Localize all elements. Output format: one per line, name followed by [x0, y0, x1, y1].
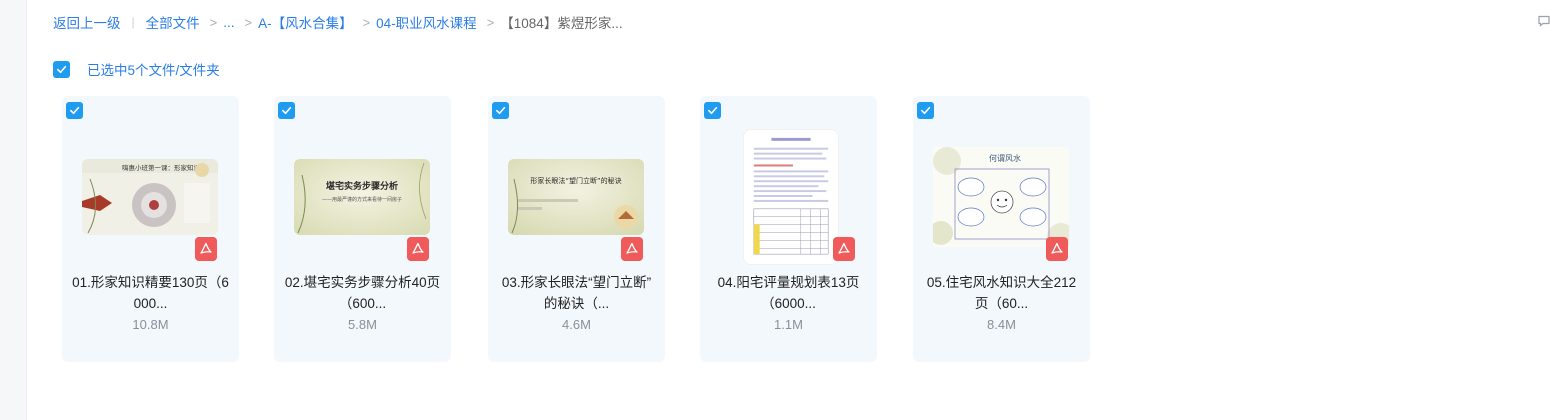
pdf-file-icon	[407, 237, 429, 261]
file-checkbox[interactable]	[66, 102, 83, 119]
file-name[interactable]: 01.形家知识精要130页（6 000...	[70, 272, 231, 314]
file-size: 10.8M	[132, 317, 169, 332]
file-thumbnail: 堪宅实务步骤分析 ——用最严谨的方式来看待一间房子	[294, 159, 430, 235]
pdf-file-icon	[621, 237, 643, 261]
file-name-line-2: （600...	[338, 296, 387, 311]
file-checkbox[interactable]	[278, 102, 295, 119]
selection-count-label: 已选中5个文件/文件夹	[87, 63, 220, 78]
file-checkbox[interactable]	[917, 102, 934, 119]
thumb-subtitle-text: ——用最严谨的方式来看待一间房子	[322, 196, 402, 203]
file-name[interactable]: 05.住宅风水知识大全212 页（60...	[921, 272, 1082, 314]
file-name-line-2: 000...	[133, 296, 168, 311]
file-size: 4.6M	[562, 317, 591, 332]
breadcrumb-divider: |	[131, 15, 135, 29]
left-sidebar-strip	[0, 0, 27, 420]
file-name-line-1: 02.堪宅实务步骤分析40页	[284, 275, 441, 290]
thumb-title-text: 形家长眼法“望门立断”的秘诀	[530, 176, 621, 185]
file-name-line-2: （6000...	[761, 296, 816, 311]
file-thumbnail: 嗨惠小班第一课：形家知识	[82, 159, 218, 235]
file-name-line-2: 的秘诀（...	[543, 296, 610, 311]
chevron-right-icon: >	[486, 14, 495, 30]
file-card[interactable]: 堪宅实务步骤分析 ——用最严谨的方式来看待一间房子 02.堪宅实务步骤分析40页…	[274, 96, 451, 362]
comment-icon[interactable]	[1538, 15, 1550, 27]
crumb-ellipsis[interactable]: ...	[223, 15, 234, 30]
chevron-right-icon: >	[244, 14, 253, 30]
thumb-title-text: 何谓风水	[989, 153, 1021, 163]
file-thumbnail: 何谓风水	[933, 147, 1069, 247]
chevron-right-icon: >	[362, 14, 371, 30]
file-size: 5.8M	[348, 317, 377, 332]
crumb-folder-course[interactable]: 04-职业风水课程	[376, 12, 477, 32]
file-card[interactable]: 形家长眼法“望门立断”的秘诀 03.形家长眼法“望门立断” 的秘诀（... 4.…	[488, 96, 665, 362]
file-name-line-2: 页（60...	[974, 296, 1029, 311]
select-all-row: 已选中5个文件/文件夹	[53, 60, 220, 78]
file-size: 8.4M	[987, 317, 1016, 332]
file-name[interactable]: 03.形家长眼法“望门立断” 的秘诀（...	[496, 272, 657, 314]
file-name-line-1: 03.形家长眼法“望门立断”	[501, 275, 652, 290]
chevron-right-icon: >	[209, 14, 218, 30]
file-thumbnail: 形家长眼法“望门立断”的秘诀	[508, 159, 644, 235]
file-card[interactable]: 何谓风水 05.住宅风水知识大全212 页（60... 8.4M	[913, 96, 1090, 362]
thumb-title-text: 嗨惠小班第一课：形家知识	[122, 163, 201, 172]
pdf-file-icon	[833, 237, 855, 261]
breadcrumb: 返回上一级 | 全部文件 > ... > A-【风水合集】 > 04-职业风水课…	[53, 12, 623, 32]
file-name-line-1: 01.形家知识精要130页（6	[72, 275, 229, 290]
pdf-file-icon	[1046, 237, 1068, 261]
file-checkbox[interactable]	[492, 102, 509, 119]
file-card[interactable]: 嗨惠小班第一课：形家知识 01.形家知识精要130页（6 000... 10.8…	[62, 96, 239, 362]
file-checkbox[interactable]	[704, 102, 721, 119]
file-card[interactable]: 04.阳宅评量规划表13页 （6000... 1.1M	[700, 96, 877, 362]
thumb-title-text: 堪宅实务步骤分析	[326, 180, 398, 192]
pdf-file-icon	[195, 237, 217, 261]
file-thumbnail	[743, 129, 839, 265]
file-name[interactable]: 02.堪宅实务步骤分析40页 （600...	[282, 272, 443, 314]
file-name[interactable]: 04.阳宅评量规划表13页 （6000...	[708, 272, 869, 314]
file-size: 1.1M	[774, 317, 803, 332]
back-link[interactable]: 返回上一级	[53, 12, 121, 32]
file-name-line-1: 04.阳宅评量规划表13页	[717, 275, 860, 290]
crumb-current-folder: 【1084】紫煜形家...	[500, 16, 623, 31]
file-name-line-1: 05.住宅风水知识大全212	[926, 275, 1077, 290]
select-all-checkbox[interactable]	[53, 60, 70, 78]
crumb-all-files[interactable]: 全部文件	[146, 12, 200, 32]
crumb-folder-fengshui[interactable]: A-【风水合集】	[258, 12, 353, 32]
